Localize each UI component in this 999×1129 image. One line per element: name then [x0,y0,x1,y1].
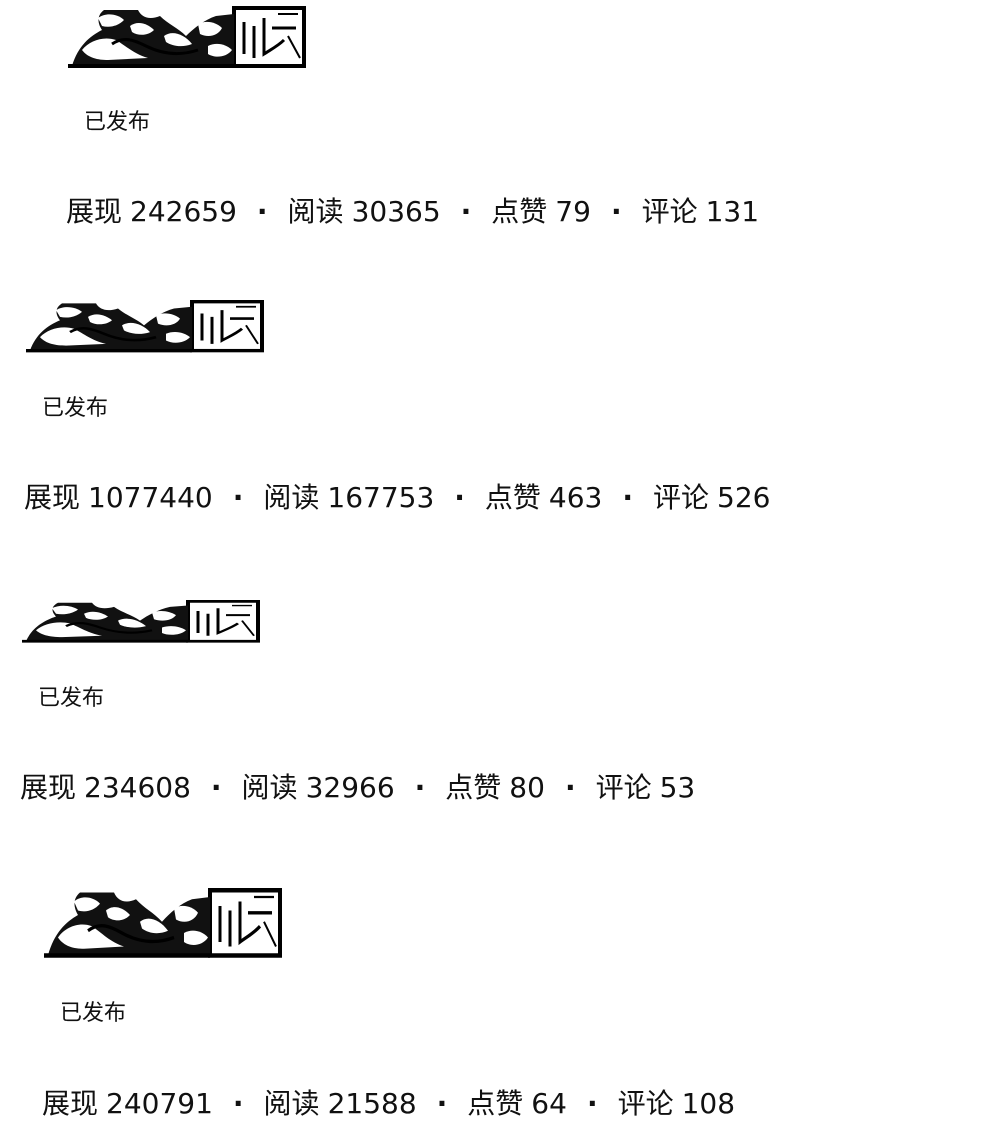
reads-value: 32966 [305,771,395,804]
comments-stat: 评论 526 [653,481,770,515]
publish-status: 已发布 [60,1001,127,1026]
likes-label: 点赞 [467,1087,524,1120]
impressions-value: 1077440 [88,481,213,514]
publish-status: 已发布 [84,110,151,135]
comments-label: 评论 [641,195,698,228]
likes-stat: 点赞 64 [467,1087,567,1121]
impressions-stat: 展现 242659 [66,195,237,229]
separator-dot: · [232,481,244,514]
separator-dot: · [454,481,465,514]
likes-stat: 点赞 463 [485,481,602,515]
separator-dot: · [232,1087,244,1120]
publish-status: 已发布 [42,396,109,421]
reads-stat: 阅读 32966 [242,771,395,805]
comments-value: 526 [717,481,771,514]
separator-dot: · [256,195,268,228]
impressions-value: 234608 [84,771,191,804]
reads-value: 167753 [327,481,435,514]
likes-value: 463 [548,481,603,514]
likes-value: 79 [555,195,591,228]
reads-label: 阅读 [263,481,320,514]
comments-value: 53 [659,771,696,804]
comments-stat: 评论 131 [642,195,759,229]
article-stats: 展现 234608 · 阅读 32966 · 点赞 80 · 评论 53 [20,771,695,805]
reads-value: 21588 [327,1087,417,1120]
publish-status: 已发布 [38,686,105,711]
separator-dot: · [436,1087,448,1120]
likes-label: 点赞 [491,195,548,228]
comments-stat: 评论 53 [596,771,696,805]
likes-stat: 点赞 80 [445,771,545,805]
reads-value: 30365 [351,195,441,228]
article-stats: 展现 242659 · 阅读 30365 · 点赞 79 · 评论 131 [66,195,759,229]
likes-label: 点赞 [445,771,502,804]
calligraphy-thumbnail[interactable] [22,600,262,644]
reads-label: 阅读 [263,1087,320,1120]
article-stats: 展现 240791 · 阅读 21588 · 点赞 64 · 评论 108 [42,1087,735,1121]
separator-dot: · [622,481,634,514]
impressions-stat: 展现 1077440 [24,481,213,515]
impressions-label: 展现 [24,481,81,514]
likes-value: 64 [531,1087,567,1120]
likes-stat: 点赞 79 [491,195,591,229]
impressions-label: 展现 [20,771,77,804]
reads-stat: 阅读 167753 [263,481,434,515]
impressions-label: 展现 [42,1087,99,1120]
calligraphy-thumbnail[interactable] [26,300,266,354]
likes-value: 80 [509,771,545,804]
calligraphy-thumbnail[interactable] [68,6,308,70]
separator-dot: · [414,771,426,804]
reads-label: 阅读 [241,771,298,804]
comments-value: 131 [705,195,760,228]
comments-label: 评论 [595,771,652,804]
separator-dot: · [586,1087,598,1120]
article-stats: 展现 1077440 · 阅读 167753 · 点赞 463 · 评论 526 [24,481,770,515]
likes-label: 点赞 [484,481,541,514]
comments-label: 评论 [653,481,710,514]
reads-label: 阅读 [287,195,344,228]
impressions-stat: 展现 240791 [42,1087,213,1121]
calligraphy-thumbnail[interactable] [44,888,284,960]
separator-dot: · [564,771,576,804]
impressions-label: 展现 [66,195,123,228]
separator-dot: · [210,771,222,804]
reads-stat: 阅读 21588 [264,1087,417,1121]
impressions-value: 242659 [130,195,237,228]
comments-value: 108 [681,1087,736,1120]
separator-dot: · [610,195,622,228]
comments-label: 评论 [617,1087,674,1120]
separator-dot: · [460,195,472,228]
reads-stat: 阅读 30365 [288,195,441,229]
impressions-stat: 展现 234608 [20,771,191,805]
comments-stat: 评论 108 [618,1087,735,1121]
impressions-value: 240791 [106,1087,213,1120]
